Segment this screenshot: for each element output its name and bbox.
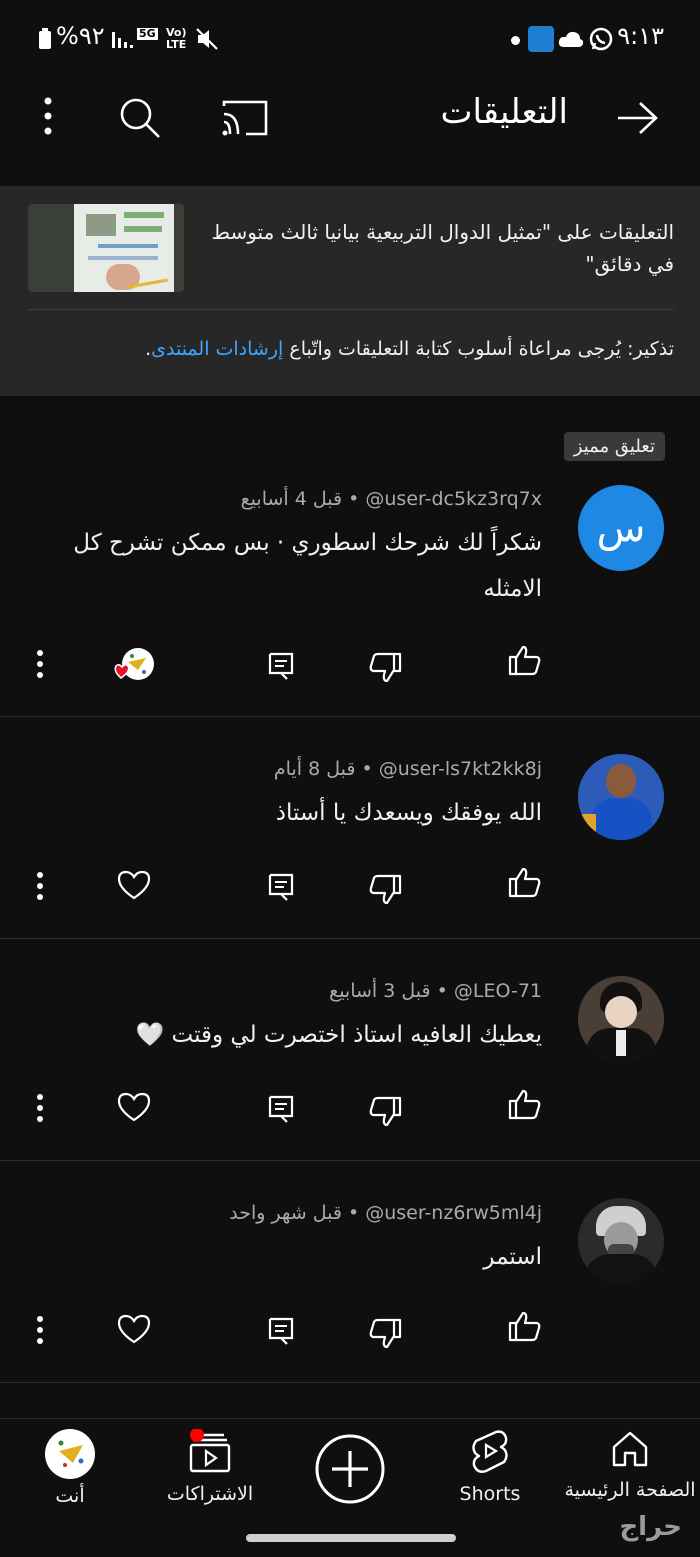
comment-meta: @user-dc5kz3rq7x • قبل 4 أسابيع xyxy=(240,488,542,510)
comment-meta: @user-ls7kt2kk8j • قبل 8 أيام xyxy=(273,758,542,780)
volte-top: Vo) xyxy=(166,26,187,39)
pinned-comment-badge: تعليق مميز xyxy=(563,432,665,461)
avatar[interactable] xyxy=(578,976,664,1062)
comment-text: الله يوفقك ويسعدك يا أستاذ xyxy=(275,800,542,826)
comment-meta: @user-nz6rw5ml4j • قبل شهر واحد xyxy=(229,1202,542,1224)
home-icon xyxy=(612,1431,648,1467)
header: التعليقات xyxy=(0,80,700,186)
subscriptions-icon xyxy=(189,1428,231,1473)
whatsapp-icon xyxy=(588,26,614,56)
app-notification-icon xyxy=(528,26,554,52)
comment-author[interactable]: @user-dc5kz3rq7x xyxy=(365,488,542,510)
reply-icon[interactable] xyxy=(261,646,301,686)
nav-shorts-label: Shorts xyxy=(459,1483,521,1505)
heart-icon[interactable] xyxy=(114,865,154,905)
back-arrow-icon[interactable] xyxy=(616,100,660,140)
status-time: ٩:١٣ xyxy=(617,22,664,50)
comment-text: يعطيك العافيه استاذ اختصرت لي وقتت 🤍 xyxy=(135,1022,542,1048)
dislike-icon[interactable] xyxy=(366,1314,406,1354)
watermark-logo: حراج xyxy=(619,1512,682,1542)
cloud-icon xyxy=(558,30,584,52)
avatar-letter: س xyxy=(596,505,646,551)
dot-icon xyxy=(511,36,520,45)
comment-author[interactable]: @LEO-71 xyxy=(454,980,542,1002)
like-icon[interactable] xyxy=(504,862,544,902)
community-guidelines-link[interactable]: إرشادات المنتدى xyxy=(151,338,283,360)
comment-divider xyxy=(0,1382,700,1383)
battery-percent: %٩٢ xyxy=(56,22,105,50)
comment-time: قبل 8 أيام xyxy=(273,758,356,780)
heart-icon[interactable] xyxy=(114,1309,154,1349)
cast-icon[interactable] xyxy=(220,98,270,142)
like-icon[interactable] xyxy=(504,1306,544,1346)
comment-author[interactable]: @user-ls7kt2kk8j xyxy=(379,758,542,780)
more-vert-icon[interactable] xyxy=(38,96,58,140)
nav-you-label: أنت xyxy=(55,1485,85,1507)
panel-divider xyxy=(28,309,674,310)
reply-icon[interactable] xyxy=(261,1311,301,1351)
comment-more-icon[interactable] xyxy=(20,866,60,906)
comment-time: قبل 3 أسابيع xyxy=(329,980,431,1002)
search-icon[interactable] xyxy=(118,96,162,144)
comment-divider xyxy=(0,716,700,717)
nav-home[interactable]: الصفحة الرئيسية xyxy=(560,1429,700,1501)
video-title: التعليقات على "تمثيل الدوال التربيعية بي… xyxy=(211,220,674,276)
comment-time: قبل 4 أسابيع xyxy=(240,488,343,510)
comment-meta: @LEO-71 • قبل 3 أسابيع xyxy=(329,980,542,1002)
heart-icon[interactable] xyxy=(114,1087,154,1127)
comment-divider xyxy=(0,1160,700,1161)
creator-heart-icon xyxy=(110,644,156,690)
create-button[interactable] xyxy=(280,1433,420,1509)
comment-more-icon[interactable] xyxy=(20,1310,60,1350)
nav-shorts[interactable]: Shorts xyxy=(420,1429,560,1505)
video-thumbnail[interactable] xyxy=(28,204,184,292)
comment-more-icon[interactable] xyxy=(20,644,60,684)
reply-icon[interactable] xyxy=(261,1089,301,1129)
comment-text: استمر xyxy=(483,1244,542,1270)
community-reminder: تذكير: يُرجى مراعاة أسلوب كتابة التعليقا… xyxy=(14,338,674,360)
reminder-text: تذكير: يُرجى مراعاة أسلوب كتابة التعليقا… xyxy=(283,338,674,360)
nav-home-label: الصفحة الرئيسية xyxy=(564,1479,696,1501)
dislike-icon[interactable] xyxy=(366,870,406,910)
battery-icon xyxy=(38,28,52,54)
comment-text: شكراً لك شرحك اسطوري · بس ممكن تشرح كل ا… xyxy=(73,530,542,602)
shorts-icon xyxy=(472,1430,508,1473)
nav-you[interactable]: أنت xyxy=(0,1429,140,1507)
avatar[interactable]: س xyxy=(578,485,664,571)
add-icon xyxy=(315,1434,385,1504)
page-title: التعليقات xyxy=(440,92,568,132)
nav-subscriptions[interactable]: الاشتراكات xyxy=(140,1428,280,1505)
comment-more-icon[interactable] xyxy=(20,1088,60,1128)
profile-avatar xyxy=(45,1429,95,1479)
volte-bottom: LTE xyxy=(166,38,187,51)
dislike-icon[interactable] xyxy=(366,648,406,688)
comment-author[interactable]: @user-nz6rw5ml4j xyxy=(365,1202,542,1224)
like-icon[interactable] xyxy=(504,1084,544,1124)
reply-icon[interactable] xyxy=(261,867,301,907)
network-5g: 5G xyxy=(137,27,158,40)
like-icon[interactable] xyxy=(504,640,544,680)
comment-time: قبل شهر واحد xyxy=(229,1202,342,1224)
status-bar: ٩:١٣ %٩٢ 5G Vo) LTE xyxy=(0,0,700,80)
comment-divider xyxy=(0,938,700,939)
video-info-panel: التعليقات على "تمثيل الدوال التربيعية بي… xyxy=(0,186,700,396)
nav-subscriptions-label: الاشتراكات xyxy=(166,1483,254,1505)
signal-icon xyxy=(112,30,134,52)
avatar[interactable] xyxy=(578,754,664,840)
mute-icon xyxy=(196,28,218,54)
home-indicator[interactable] xyxy=(246,1534,456,1542)
avatar[interactable] xyxy=(578,1198,664,1284)
dislike-icon[interactable] xyxy=(366,1092,406,1132)
